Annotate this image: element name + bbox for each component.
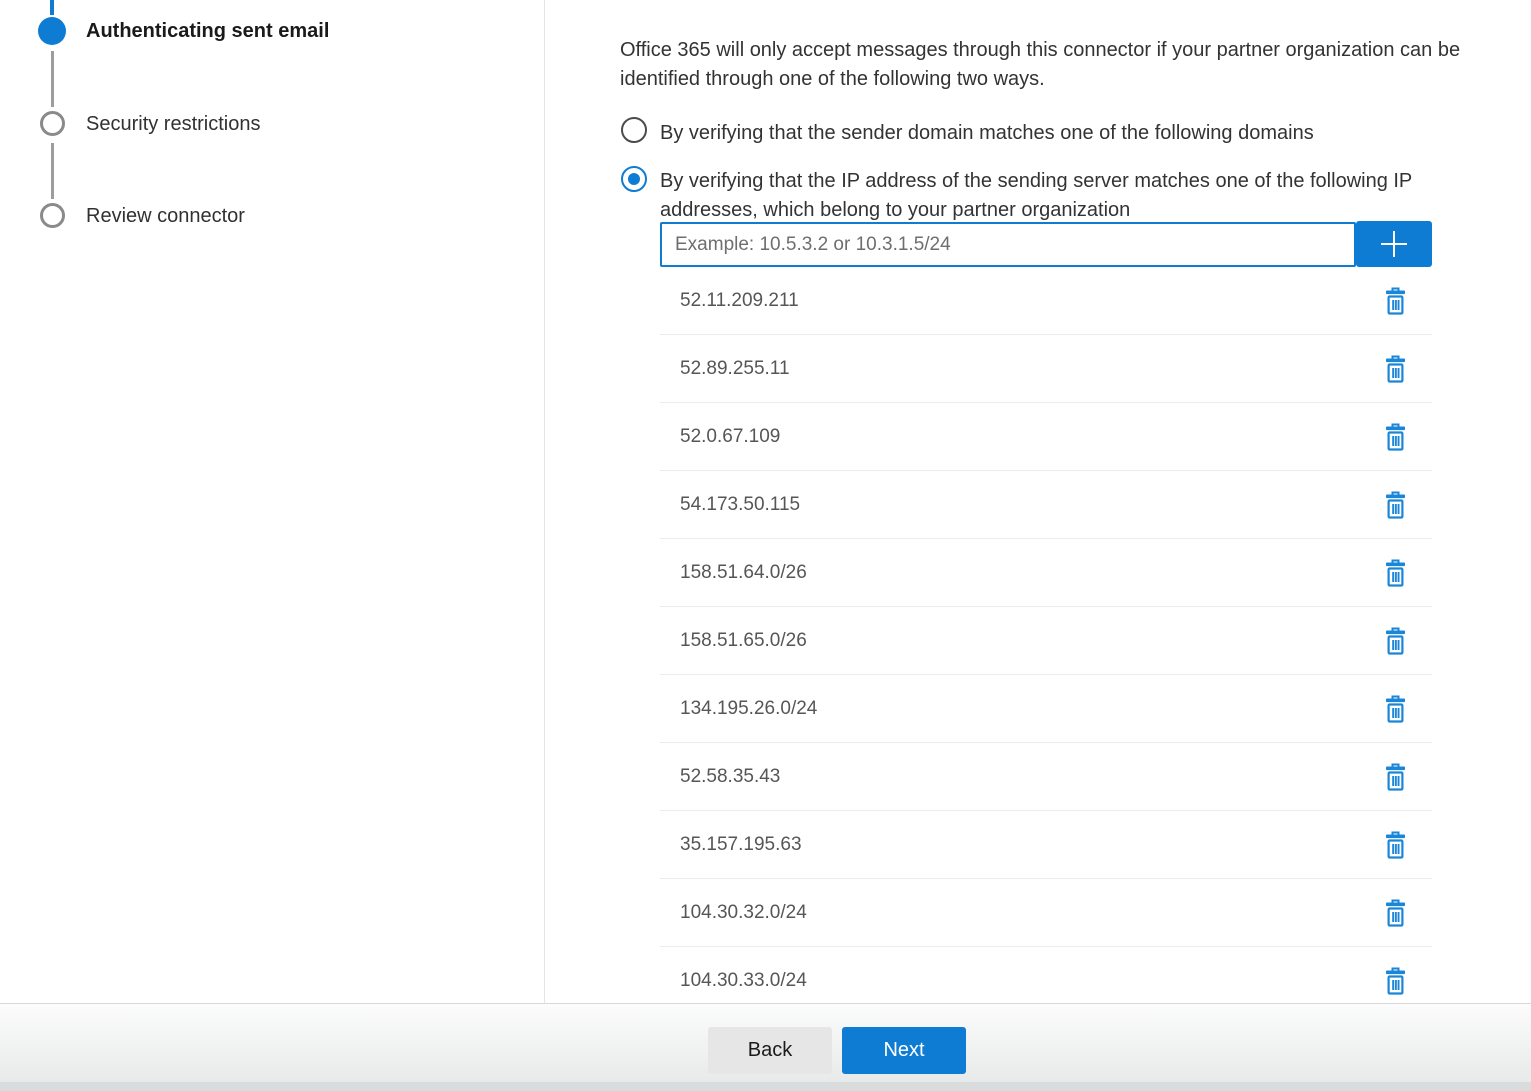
authenticating-sent-email-panel: Office 365 will only accept messages thr… xyxy=(546,0,1531,1003)
delete-ip-button[interactable] xyxy=(1383,897,1408,929)
stepper-rail-top xyxy=(50,0,54,15)
ip-list-row: 104.30.32.0/24 xyxy=(660,879,1432,947)
radio-selected-dot-icon xyxy=(628,173,640,185)
radio-sender-domain-label[interactable]: By verifying that the sender domain matc… xyxy=(660,119,1500,148)
delete-ip-button[interactable] xyxy=(1383,353,1408,385)
ip-address: 104.30.32.0/24 xyxy=(680,902,807,924)
delete-ip-button[interactable] xyxy=(1383,285,1408,317)
radio-sender-domain[interactable] xyxy=(621,117,647,143)
trash-icon xyxy=(1385,695,1406,723)
ip-list-row: 52.11.209.211 xyxy=(660,267,1432,335)
intro-text: Office 365 will only accept messages thr… xyxy=(620,36,1525,94)
ip-address: 104.30.33.0/24 xyxy=(680,970,807,992)
trash-icon xyxy=(1385,423,1406,451)
ip-address: 52.11.209.211 xyxy=(680,290,799,312)
ip-list-row: 52.0.67.109 xyxy=(660,403,1432,471)
step-authenticating-sent-email[interactable]: Authenticating sent email xyxy=(86,20,329,43)
trash-icon xyxy=(1385,491,1406,519)
trash-icon xyxy=(1385,559,1406,587)
trash-icon xyxy=(1385,967,1406,995)
ip-address: 54.173.50.115 xyxy=(680,494,800,516)
ip-list-row: 35.157.195.63 xyxy=(660,811,1432,879)
wizard-footer: Back Next xyxy=(0,1003,1531,1091)
delete-ip-button[interactable] xyxy=(1383,693,1408,725)
ip-list-row: 52.58.35.43 xyxy=(660,743,1432,811)
plus-icon xyxy=(1378,228,1410,260)
ip-address: 35.157.195.63 xyxy=(680,834,802,856)
trash-icon xyxy=(1385,899,1406,927)
stepper-rail-segment xyxy=(51,51,54,107)
delete-ip-button[interactable] xyxy=(1383,421,1408,453)
ip-list: 52.11.209.211 52.89.255.11 xyxy=(660,267,1432,1003)
ip-list-row: 158.51.64.0/26 xyxy=(660,539,1432,607)
ip-address-input[interactable] xyxy=(660,222,1356,267)
trash-icon xyxy=(1385,627,1406,655)
next-button[interactable]: Next xyxy=(842,1027,966,1074)
delete-ip-button[interactable] xyxy=(1383,625,1408,657)
wizard-stepper: Authenticating sent email Security restr… xyxy=(0,0,545,1003)
connector-wizard-page: Authenticating sent email Security restr… xyxy=(0,0,1531,1091)
step-review-connector[interactable]: Review connector xyxy=(86,205,245,228)
trash-icon xyxy=(1385,831,1406,859)
ip-address: 52.89.255.11 xyxy=(680,358,790,380)
step-circle-icon xyxy=(40,111,65,136)
ip-list-row: 52.89.255.11 xyxy=(660,335,1432,403)
stepper-rail-segment xyxy=(51,143,54,199)
radio-ip-address[interactable] xyxy=(621,166,647,192)
ip-address: 134.195.26.0/24 xyxy=(680,698,817,720)
add-ip-button[interactable] xyxy=(1356,221,1432,267)
step-circle-icon xyxy=(40,203,65,228)
ip-address: 158.51.65.0/26 xyxy=(680,630,807,652)
delete-ip-button[interactable] xyxy=(1383,489,1408,521)
ip-address: 52.58.35.43 xyxy=(680,766,780,788)
radio-ip-address-label[interactable]: By verifying that the IP address of the … xyxy=(660,167,1480,225)
delete-ip-button[interactable] xyxy=(1383,557,1408,589)
ip-list-row: 104.30.33.0/24 xyxy=(660,947,1432,1003)
delete-ip-button[interactable] xyxy=(1383,965,1408,997)
trash-icon xyxy=(1385,355,1406,383)
trash-icon xyxy=(1385,287,1406,315)
step-security-restrictions[interactable]: Security restrictions xyxy=(86,113,261,136)
delete-ip-button[interactable] xyxy=(1383,761,1408,793)
ip-list-row: 54.173.50.115 xyxy=(660,471,1432,539)
ip-address: 52.0.67.109 xyxy=(680,426,780,448)
back-button[interactable]: Back xyxy=(708,1027,832,1074)
ip-list-row: 134.195.26.0/24 xyxy=(660,675,1432,743)
step-current-circle-icon xyxy=(38,17,66,45)
ip-list-row: 158.51.65.0/26 xyxy=(660,607,1432,675)
ip-address: 158.51.64.0/26 xyxy=(680,562,807,584)
trash-icon xyxy=(1385,763,1406,791)
delete-ip-button[interactable] xyxy=(1383,829,1408,861)
